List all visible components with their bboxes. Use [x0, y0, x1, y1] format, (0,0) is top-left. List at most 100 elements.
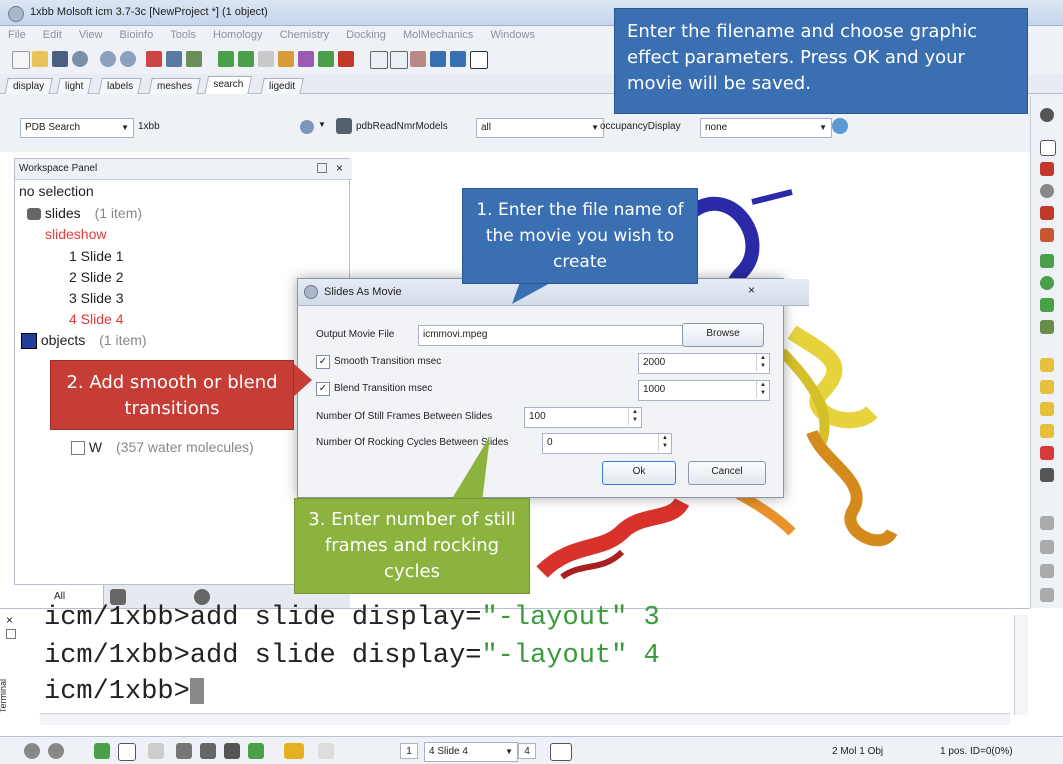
tree-slide-3[interactable]: 3 Slide 3 — [69, 290, 123, 306]
next-slide-icon[interactable] — [318, 743, 334, 759]
spinner-icon[interactable]: ▲ ▼ — [628, 408, 641, 425]
clip-both-icon[interactable] — [1040, 402, 1054, 416]
stick-icon[interactable] — [1040, 298, 1054, 312]
spinner-icon[interactable]: ▲ ▼ — [756, 381, 769, 398]
clip-front-icon[interactable] — [1040, 358, 1054, 372]
center-icon[interactable] — [1040, 228, 1054, 242]
tree-slide-4[interactable]: 4 Slide 4 — [69, 311, 123, 327]
record-icon[interactable] — [48, 743, 64, 759]
record-icon[interactable] — [1040, 108, 1054, 122]
color-icon[interactable] — [1040, 446, 1054, 460]
refresh-icon[interactable] — [300, 120, 314, 134]
float-icon[interactable] — [317, 163, 327, 173]
tab-labels[interactable]: labels — [98, 78, 142, 95]
browse-button[interactable]: Browse — [682, 323, 764, 347]
tab-meshes[interactable]: meshes — [148, 78, 201, 95]
pdb-icon[interactable] — [370, 51, 388, 69]
still-frames-field[interactable]: 100 ▲ ▼ — [524, 407, 642, 428]
menu-bioinfo[interactable]: Bioinfo — [120, 29, 154, 41]
menu-molmechanics[interactable]: MolMechanics — [403, 29, 473, 41]
close-icon[interactable]: × — [336, 161, 343, 175]
screen-icon[interactable] — [550, 743, 572, 761]
spinner-icon[interactable]: ▲ ▼ — [756, 354, 769, 371]
menu-file[interactable]: File — [8, 29, 26, 41]
cancel-button[interactable]: Cancel — [688, 461, 766, 485]
sort-icon[interactable] — [1040, 540, 1054, 554]
menu-view[interactable]: View — [79, 29, 103, 41]
menu-chemistry[interactable]: Chemistry — [280, 29, 330, 41]
binoculars-icon[interactable] — [336, 118, 352, 134]
ball-icon[interactable] — [1040, 276, 1054, 290]
slab-icon[interactable] — [1040, 424, 1054, 438]
slide-number[interactable]: 1 — [400, 743, 418, 759]
ok-button[interactable]: Ok — [602, 461, 676, 485]
structure-icon[interactable] — [318, 51, 334, 67]
rotate-icon[interactable] — [1040, 206, 1054, 220]
table-view-icon[interactable] — [430, 51, 446, 67]
ligand-icon[interactable] — [278, 51, 294, 67]
chain-icon[interactable] — [298, 51, 314, 67]
tree-slide-2[interactable]: 2 Slide 2 — [69, 269, 123, 285]
save-icon[interactable] — [52, 51, 68, 67]
refresh-icon[interactable] — [832, 118, 848, 134]
smooth-msec-field[interactable]: 2000 ▲ ▼ — [638, 353, 770, 374]
tree-objects[interactable]: objects (1 item) — [21, 332, 147, 350]
tree-slideshow[interactable]: slideshow — [45, 226, 106, 242]
table-icon[interactable] — [146, 51, 162, 67]
tree-slide-1[interactable]: 1 Slide 1 — [69, 248, 123, 264]
tab-ligedit[interactable]: ligedit — [260, 78, 304, 95]
menu-tools[interactable]: Tools — [170, 29, 196, 41]
window-icon[interactable] — [450, 51, 466, 67]
wire-icon[interactable] — [1040, 320, 1054, 334]
tree-slides[interactable]: slides (1 item) — [27, 205, 142, 221]
blend-msec-field[interactable]: 1000 ▲ ▼ — [638, 380, 770, 401]
clip-back-icon[interactable] — [1040, 380, 1054, 394]
tab-light[interactable]: light — [56, 78, 93, 95]
close-icon[interactable]: × — [748, 283, 755, 297]
bug-icon[interactable] — [224, 743, 240, 759]
tab-display[interactable]: display — [4, 78, 53, 95]
alignment-icon[interactable] — [410, 51, 426, 67]
tree-water[interactable]: W (357 water molecules) — [71, 439, 254, 456]
menu-homology[interactable]: Homology — [213, 29, 263, 41]
terminal-hscrollbar[interactable] — [40, 713, 1010, 725]
checkbox-icon[interactable] — [71, 441, 85, 456]
menu-edit[interactable]: Edit — [43, 29, 62, 41]
display-icon[interactable] — [1040, 254, 1054, 268]
molecule-add-icon[interactable] — [238, 51, 254, 67]
sequence-icon[interactable] — [390, 51, 408, 69]
grid-icon[interactable] — [148, 743, 164, 759]
text-icon[interactable] — [470, 51, 488, 69]
terminal-panel[interactable]: × Terminal icm/1xbb>add slide display="-… — [0, 603, 1030, 736]
move-icon[interactable] — [1040, 162, 1054, 176]
record-icon[interactable] — [72, 51, 88, 67]
extra-icon[interactable] — [1040, 588, 1054, 602]
tab-search[interactable]: search — [203, 76, 253, 96]
output-file-field[interactable]: icmmovi.mpeg — [418, 325, 684, 346]
menu-windows[interactable]: Windows — [490, 29, 535, 41]
undo-icon[interactable] — [100, 51, 116, 67]
terminal-vscrollbar[interactable] — [1014, 615, 1028, 715]
field2-select[interactable]: none ▼ — [700, 118, 832, 138]
spinner-icon[interactable]: ▲ ▼ — [658, 434, 671, 451]
camera-icon[interactable] — [176, 743, 192, 759]
field1-select[interactable]: all ▼ — [476, 118, 604, 138]
open-folder-icon[interactable] — [32, 51, 48, 67]
grid-icon[interactable] — [338, 51, 354, 67]
search-query[interactable]: 1xbb — [138, 121, 160, 132]
rocking-cycles-field[interactable]: 0 ▲ ▼ — [542, 433, 672, 454]
tools-icon[interactable] — [186, 51, 202, 67]
new-file-icon[interactable] — [12, 51, 30, 69]
float-icon[interactable] — [6, 629, 16, 639]
redo-icon[interactable] — [120, 51, 136, 67]
window-icon[interactable] — [118, 743, 136, 761]
toggle-icon[interactable] — [1040, 516, 1054, 530]
prev-slide-icon[interactable] — [284, 743, 304, 759]
close-icon[interactable]: × — [6, 613, 13, 627]
slide-icon[interactable] — [94, 743, 110, 759]
menu-docking[interactable]: Docking — [346, 29, 386, 41]
star-icon[interactable] — [1040, 564, 1054, 578]
zoom-icon[interactable] — [248, 743, 264, 759]
stop-icon[interactable] — [24, 743, 40, 759]
car-icon[interactable] — [200, 743, 216, 759]
